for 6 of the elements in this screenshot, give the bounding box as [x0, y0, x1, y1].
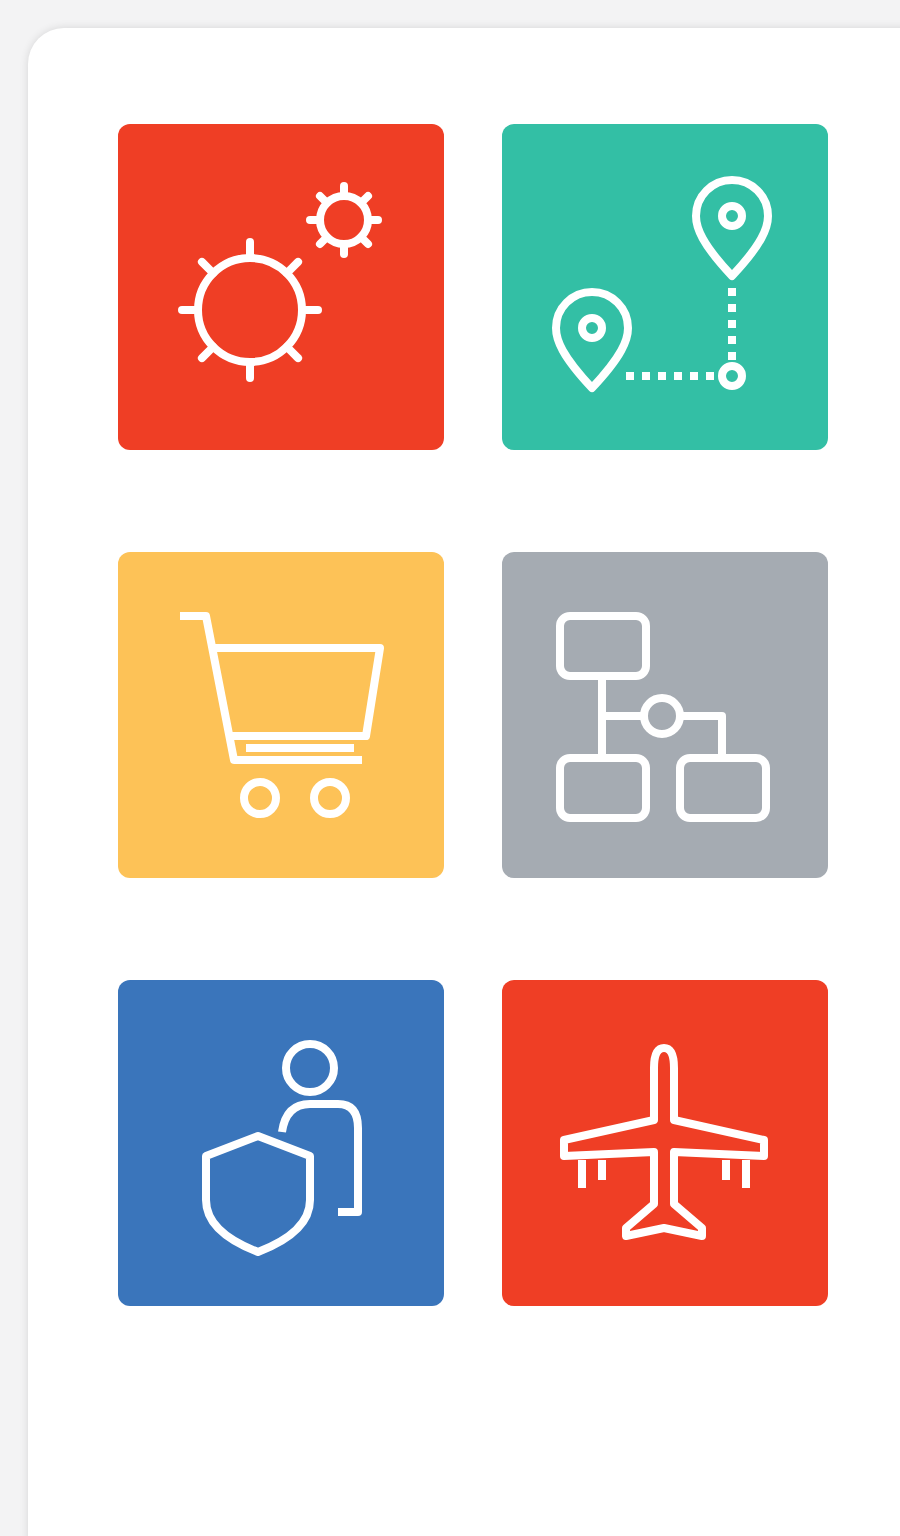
- app-tile[interactable]: [502, 980, 828, 1306]
- app-tile[interactable]: [118, 552, 444, 878]
- app-tile[interactable]: [502, 552, 828, 878]
- app-tile[interactable]: [118, 124, 444, 450]
- app-tile[interactable]: [118, 980, 444, 1306]
- app-tile[interactable]: [502, 124, 828, 450]
